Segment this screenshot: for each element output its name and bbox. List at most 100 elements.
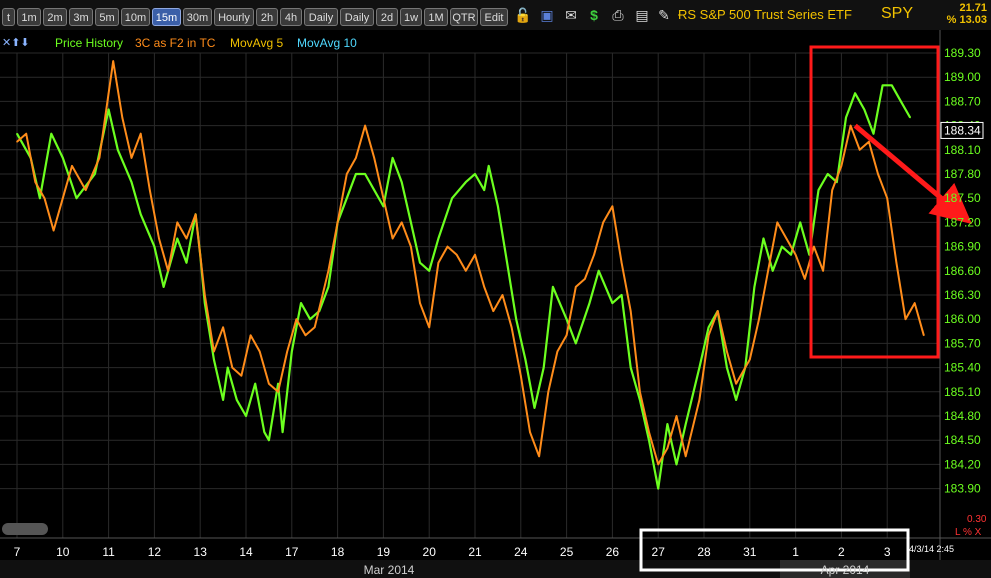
print-icon[interactable]: ⎙	[609, 6, 627, 24]
series-point-0	[620, 294, 623, 296]
series-point-1	[657, 463, 659, 466]
series-point-0	[75, 197, 78, 199]
series-point-0	[854, 92, 856, 95]
series-point-1	[749, 358, 751, 361]
series-point-0	[542, 366, 545, 369]
series-point-0	[698, 366, 701, 369]
tab-daily-12[interactable]: Daily	[340, 8, 374, 26]
x-tick-label: 21	[468, 545, 482, 559]
dollar-icon[interactable]: $	[585, 6, 603, 24]
series-point-0	[62, 157, 64, 159]
tab-30m-7[interactable]: 30m	[183, 8, 212, 26]
series-point-0	[391, 157, 394, 159]
series-point-0	[565, 318, 568, 321]
price-chart: 189.30189.00188.70188.40188.10187.80187.…	[0, 30, 991, 578]
y-tick-label: 187.80	[944, 167, 981, 181]
chart-toolbar: t 1m 2m 3m 5m 10m 15m 30m Hourly 2h 4h Daily Daily 2d…	[0, 0, 991, 30]
series-point-0	[611, 302, 614, 304]
tab-1m-15[interactable]: 1M	[424, 8, 448, 26]
tab-hourly-8[interactable]: Hourly	[214, 8, 254, 26]
series-point-1	[698, 399, 701, 401]
series-point-0	[597, 270, 600, 272]
bottom-right-icons[interactable]: L % X	[955, 527, 981, 538]
tab-qtr-16[interactable]: QTR	[450, 8, 478, 26]
series-point-0	[185, 261, 188, 264]
series-point-0	[94, 173, 96, 175]
series-point-1	[185, 237, 188, 240]
series-point-0	[684, 423, 687, 425]
save-icon[interactable]: ▣	[538, 6, 556, 24]
x-tick-label: 13	[194, 545, 208, 559]
series-point-1	[923, 334, 925, 337]
series-point-1	[620, 261, 623, 264]
legend-ma10[interactable]: MovAvg 10	[297, 36, 357, 50]
tab-edit-17[interactable]: Edit	[480, 8, 508, 26]
x-tick-label: 11	[102, 545, 115, 559]
series-point-1	[16, 140, 18, 143]
tab-2m-2[interactable]: 2m	[43, 8, 67, 26]
series-point-1	[304, 334, 307, 337]
scrollbar-thumb[interactable]	[2, 523, 48, 535]
series-point-1	[313, 326, 316, 329]
series-point-1	[130, 157, 133, 159]
tab-4h-10[interactable]: 4h	[280, 8, 302, 26]
tab-1m-1[interactable]: 1m	[17, 8, 41, 26]
series-point-1	[240, 374, 243, 377]
series-point-1	[52, 229, 55, 232]
tab-1w-14[interactable]: 1w	[400, 8, 422, 26]
tab-10m-5[interactable]: 10m	[121, 8, 150, 26]
legend-indicator[interactable]: 3C as F2 in TC	[135, 36, 215, 50]
series-point-1	[648, 431, 650, 433]
tab-15m-6[interactable]: 15m	[152, 8, 181, 26]
tab-t-0[interactable]: t	[2, 8, 15, 26]
edit-icon[interactable]: ✎	[655, 6, 673, 24]
series-point-1	[501, 294, 504, 296]
series-point-1	[895, 261, 898, 264]
lock-icon[interactable]: 🔓	[514, 6, 532, 24]
series-point-0	[790, 253, 792, 256]
series-point-1	[419, 302, 421, 304]
mail-icon[interactable]: ✉	[562, 6, 580, 24]
series-point-0	[300, 302, 302, 304]
series-point-0	[373, 189, 376, 191]
series-point-0	[309, 318, 311, 321]
x-tick-label: 31	[743, 545, 757, 559]
tab-2d-13[interactable]: 2d	[376, 8, 398, 26]
change-value: 21.71	[959, 2, 987, 14]
series-point-0	[410, 221, 412, 224]
x-tick-label: 7	[14, 545, 21, 559]
month-label: Mar 2014	[364, 563, 415, 577]
series-point-0	[139, 213, 142, 216]
series-point-1	[71, 165, 73, 167]
series-point-1	[707, 334, 710, 337]
series-point-0	[263, 431, 266, 433]
tab-daily-11[interactable]: Daily	[304, 8, 338, 26]
series-point-0	[863, 108, 866, 111]
series-point-0	[281, 431, 284, 433]
legend-ma5[interactable]: MovAvg 5	[230, 36, 283, 50]
legend-price[interactable]: Price History	[55, 36, 123, 50]
series-point-0	[245, 415, 247, 417]
series-point-0	[428, 270, 431, 272]
series-point-1	[391, 237, 394, 240]
legend-arrows-icon[interactable]: ✕⬆⬇	[2, 36, 30, 49]
tab-2h-9[interactable]: 2h	[256, 8, 278, 26]
series-point-0	[771, 270, 774, 272]
series-point-1	[611, 205, 614, 208]
series-point-1	[112, 60, 114, 62]
series-point-1	[107, 92, 110, 95]
series-point-1	[474, 253, 476, 256]
series-point-0	[355, 173, 357, 175]
tab-3m-3[interactable]: 3m	[69, 8, 93, 26]
series-point-1	[510, 326, 513, 329]
y-tick-label: 186.90	[944, 240, 981, 254]
table-icon[interactable]: ▤	[633, 6, 651, 24]
tab-5m-4[interactable]: 5m	[95, 8, 119, 26]
series-point-0	[236, 399, 238, 401]
timestamp: 4/3/14 2:45	[909, 544, 955, 554]
series-point-1	[735, 382, 737, 385]
x-tick-label: 17	[285, 545, 299, 559]
series-point-1	[364, 124, 366, 127]
series-point-1	[639, 391, 641, 393]
series-point-0	[346, 197, 348, 199]
